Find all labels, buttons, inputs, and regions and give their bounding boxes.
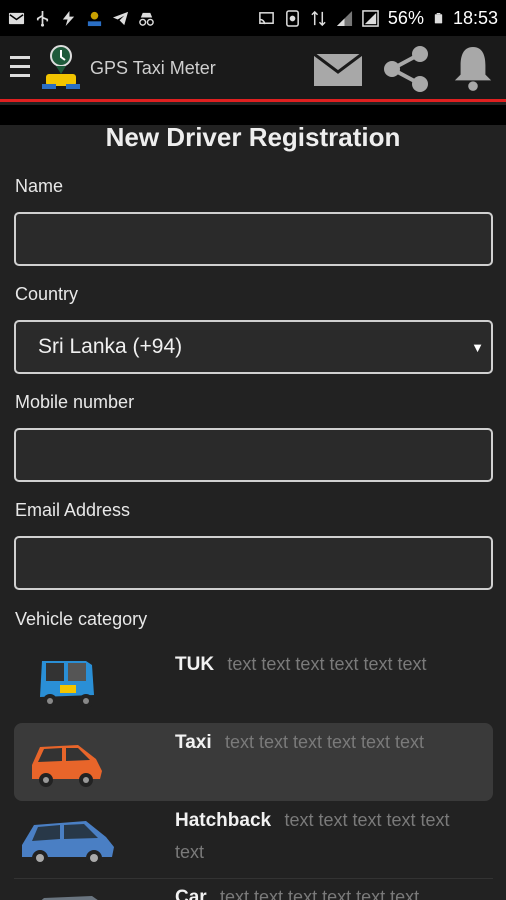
name-field[interactable] — [14, 212, 493, 266]
app-title: GPS Taxi Meter — [90, 58, 216, 78]
vehicle-category-label: Vehicle category — [15, 609, 148, 629]
country-label: Country — [15, 284, 79, 304]
vehicle-text: Hatchback text text text text text text — [175, 805, 477, 869]
vehicle-item-hatchback[interactable]: Hatchback text text text text text text — [14, 801, 493, 877]
battery-icon — [434, 12, 443, 23]
usb-icon — [36, 10, 49, 27]
status-bar: 56% 18:53 — [0, 0, 506, 36]
vehicle-desc: text text text text text text — [220, 887, 420, 900]
dropdown-arrow-icon: ▼ — [471, 340, 484, 355]
vehicle-desc: text text text text text text — [224, 732, 425, 752]
app-logo — [42, 45, 80, 89]
taxi-icon — [32, 745, 102, 787]
mail-notification-icon — [8, 12, 25, 24]
vehicle-text: Taxi text text text text text text — [175, 727, 477, 759]
signal-icon — [336, 10, 352, 26]
vehicle-item-car[interactable]: Car text text text text text text — [14, 880, 493, 900]
tuk-icon — [36, 655, 94, 708]
cast-icon — [259, 11, 274, 24]
car-icon — [41, 896, 98, 900]
app-bar: GPS Taxi Meter — [0, 36, 506, 102]
data-saver-icon — [285, 9, 299, 27]
flash-icon — [62, 10, 75, 26]
name-label: Name — [15, 176, 64, 196]
network-arrows-icon — [311, 10, 326, 26]
vehicle-text: TUK text text text text text text — [175, 649, 477, 681]
status-left-icons — [8, 10, 155, 27]
country-value: Sri Lanka (+94) — [38, 335, 183, 358]
menu-icon[interactable] — [10, 56, 30, 82]
vehicle-item-tuk[interactable]: TUK text text text text text text — [14, 643, 493, 721]
vehicle-name: Hatchback — [175, 810, 272, 831]
signal-full-icon — [362, 9, 379, 27]
country-select[interactable]: Sri Lanka (+94) ▼ — [14, 320, 493, 374]
status-right-icons: 56% 18:53 — [258, 8, 498, 29]
share-icon[interactable] — [381, 44, 431, 94]
divider — [14, 878, 493, 879]
page-title: New Driver Registration — [105, 122, 401, 152]
vehicle-name: Car — [175, 887, 207, 900]
vehicle-name: Taxi — [175, 732, 212, 753]
vehicle-name: TUK — [175, 654, 215, 675]
battery-percent: 56% — [387, 7, 424, 28]
email-label: Email Address — [15, 500, 131, 520]
mail-icon[interactable] — [313, 50, 363, 90]
vehicle-text: Car text text text text text text — [175, 882, 477, 900]
email-field[interactable] — [14, 536, 493, 590]
vehicle-item-taxi[interactable]: Taxi text text text text text text — [14, 723, 493, 801]
bell-icon[interactable] — [452, 44, 494, 92]
hatchback-icon — [22, 821, 114, 866]
telegram-icon — [112, 11, 129, 25]
map-pin-icon — [87, 11, 102, 26]
status-time: 18:53 — [452, 7, 498, 28]
vehicle-desc: text text text text text text — [227, 654, 427, 674]
incognito-icon — [139, 12, 154, 26]
mobile-label: Mobile number — [15, 392, 135, 412]
mobile-field[interactable] — [14, 428, 493, 482]
